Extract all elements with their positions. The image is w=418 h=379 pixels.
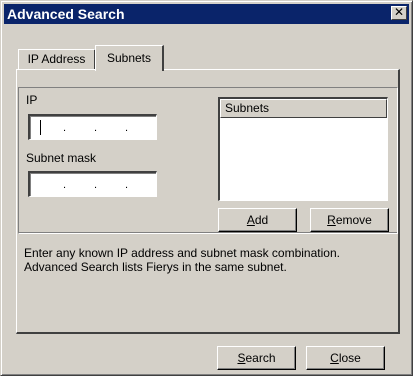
subnets-list[interactable]: Subnets [218, 97, 388, 201]
ip-label: IP [26, 93, 38, 107]
mask-separator: . [125, 179, 129, 191]
window-title: Advanced Search [7, 6, 125, 22]
advanced-search-dialog: Advanced Search ✕ IP Address Subnets IP … [0, 0, 413, 376]
tab-ip-address-label: IP Address [27, 52, 86, 66]
remove-button-mnemonic: R [327, 213, 336, 227]
search-button-label: earch [245, 351, 276, 365]
ip-separator: . [63, 122, 67, 134]
tab-ip-address[interactable]: IP Address [18, 49, 96, 69]
mask-separator: . [63, 179, 67, 191]
add-button-mnemonic: A [246, 213, 255, 227]
remove-button[interactable]: Remove [310, 208, 389, 232]
tab-subnets[interactable]: Subnets [95, 45, 164, 71]
help-text: Enter any known IP address and subnet ma… [24, 246, 340, 274]
close-window-button[interactable]: ✕ [391, 6, 407, 20]
ip-separator: . [125, 122, 129, 134]
ip-separator: . [94, 122, 98, 134]
tab-subnets-label: Subnets [106, 51, 152, 65]
subnets-column-header-label: Subnets [225, 101, 270, 115]
add-button-label: dd [254, 213, 269, 227]
subnet-mask-input[interactable]: . . . [28, 171, 157, 197]
remove-button-label: emove [335, 213, 372, 227]
close-icon: ✕ [393, 5, 405, 19]
mask-separator: . [94, 179, 98, 191]
close-button[interactable]: Close [306, 346, 385, 370]
title-bar[interactable]: Advanced Search ✕ [4, 4, 409, 24]
ip-input[interactable]: . . . [28, 114, 157, 140]
subnet-mask-label: Subnet mask [26, 151, 97, 165]
subnets-column-header[interactable]: Subnets [220, 99, 387, 118]
search-button[interactable]: Search [217, 346, 296, 370]
close-button-mnemonic: C [330, 351, 339, 365]
close-button-label: lose [338, 351, 361, 365]
add-button[interactable]: Add [218, 208, 297, 232]
text-caret [40, 120, 41, 135]
